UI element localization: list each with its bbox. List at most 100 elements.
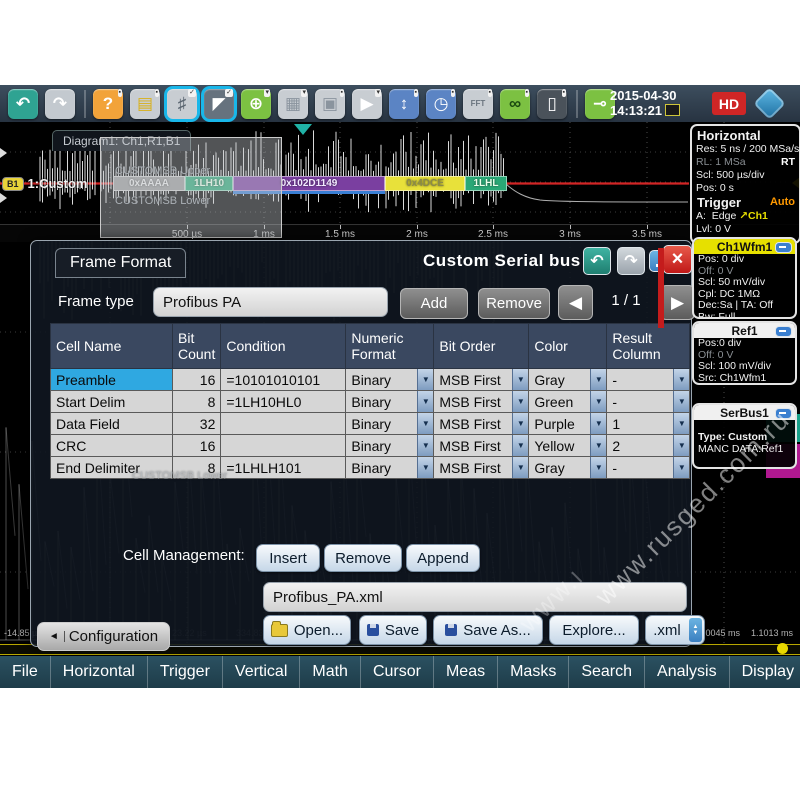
vertical-scale-icon[interactable]: ↕▪ — [389, 89, 419, 119]
dropdown-arrow-icon[interactable]: ▼ — [512, 435, 528, 456]
marker-icon[interactable]: ▶▾ — [352, 89, 382, 119]
acquisition-timer-icon[interactable]: ◷▪ — [426, 89, 456, 119]
cell-color[interactable]: Gray▼ — [529, 457, 607, 479]
configuration-button[interactable]: ◄Configuration — [37, 622, 170, 651]
menu-trigger[interactable]: Trigger — [148, 656, 223, 688]
dropdown-arrow-icon[interactable]: ▼ — [673, 413, 689, 434]
dropdown-arrow-icon[interactable]: ▼ — [417, 413, 433, 434]
cell-condition[interactable]: =10101010101 — [221, 369, 346, 391]
cell-color[interactable]: Purple▼ — [529, 413, 607, 435]
tab-frame-format[interactable]: Frame Format — [55, 248, 186, 278]
undo-button[interactable]: ↶ — [583, 247, 611, 275]
waveform-display[interactable]: Diagram1: Ch1,R1,B1 CUSTOMSB Upper CUSTO… — [0, 122, 800, 656]
zoom-icon[interactable]: ⊕▾ — [241, 89, 271, 119]
cell-name[interactable]: Data Field — [51, 413, 173, 435]
cell-result-column[interactable]: -▼ — [607, 391, 690, 413]
explore-button[interactable]: Explore... — [549, 615, 639, 645]
help-icon[interactable]: ?▪ — [93, 89, 123, 119]
cell-condition[interactable] — [221, 435, 346, 457]
previous-page-button[interactable]: ◀ — [558, 285, 593, 320]
cell-result-column[interactable]: 1▼ — [607, 413, 690, 435]
zoom-region-overlay[interactable] — [100, 137, 282, 238]
serbus1-panel[interactable]: SerBus1 Type: CustomMANC DATA:Ref1 — [692, 403, 797, 469]
cursor-select-icon[interactable]: ◤✓ — [204, 89, 234, 119]
dropdown-arrow-icon[interactable]: ▼ — [512, 391, 528, 412]
cell-color[interactable]: Gray▼ — [529, 369, 607, 391]
dropdown-arrow-icon[interactable]: ▼ — [512, 369, 528, 390]
cell-name[interactable]: CRC — [51, 435, 173, 457]
cell-color[interactable]: Green▼ — [529, 391, 607, 413]
cell-name[interactable]: Preamble — [51, 369, 173, 391]
next-page-button[interactable]: ▶ — [660, 285, 695, 320]
menu-cursor[interactable]: Cursor — [361, 656, 434, 688]
cell-bit-order[interactable]: MSB First▼ — [434, 457, 529, 479]
dropdown-arrow-icon[interactable]: ▼ — [673, 435, 689, 456]
dropdown-arrow-icon[interactable]: ▼ — [590, 369, 606, 390]
redo-icon[interactable]: ↷ — [45, 89, 75, 119]
menu-math[interactable]: Math — [300, 656, 361, 688]
open-file-icon[interactable]: ▤▪ — [130, 89, 160, 119]
menu-analysis[interactable]: Analysis — [645, 656, 730, 688]
dropdown-arrow-icon[interactable]: ▼ — [590, 391, 606, 412]
dropdown-arrow-icon[interactable]: ▼ — [590, 435, 606, 456]
fft-icon[interactable]: FFT▪ — [463, 89, 493, 119]
dropdown-arrow-icon[interactable]: ▼ — [673, 369, 689, 390]
dropdown-arrow-icon[interactable]: ▼ — [673, 457, 689, 478]
minimize-pill-icon[interactable] — [775, 242, 792, 253]
append-cell-button[interactable]: Append — [406, 544, 480, 572]
cell-bit-order[interactable]: MSB First▼ — [434, 391, 529, 413]
minimize-pill-icon[interactable] — [775, 326, 792, 337]
scrollbar-knob[interactable] — [777, 643, 788, 654]
cell-result-column[interactable]: 2▼ — [607, 435, 690, 457]
mask-test-icon[interactable]: ▣▪ — [315, 89, 345, 119]
grid-measure-icon[interactable]: ▦▾ — [278, 89, 308, 119]
dropdown-arrow-icon[interactable]: ▼ — [417, 369, 433, 390]
dropdown-arrow-icon[interactable]: ▼ — [417, 457, 433, 478]
cell-numeric-format[interactable]: Binary▼ — [346, 457, 434, 479]
cell-bit-count[interactable]: 16 — [173, 369, 221, 391]
remove-button[interactable]: Remove — [478, 288, 550, 319]
frame-type-field[interactable]: Profibus PA — [153, 287, 388, 317]
cell-numeric-format[interactable]: Binary▼ — [346, 369, 434, 391]
dropdown-arrow-icon[interactable]: ▼ — [417, 391, 433, 412]
ref1-panel[interactable]: Ref1 Pos:0 divOff: 0 VScl: 100 mV/divSrc… — [692, 321, 797, 385]
signal-levels-icon[interactable]: ♯✓ — [167, 89, 197, 119]
cell-numeric-format[interactable]: Binary▼ — [346, 435, 434, 457]
add-button[interactable]: Add — [400, 288, 468, 319]
insert-cell-button[interactable]: Insert — [256, 544, 320, 572]
cell-bit-count[interactable]: 16 — [173, 435, 221, 457]
ch1wfm1-panel[interactable]: Ch1Wfm1 Pos: 0 divOff: 0 VScl: 50 mV/div… — [692, 237, 797, 319]
cell-name[interactable]: Start Delim — [51, 391, 173, 413]
cell-numeric-format[interactable]: Binary▼ — [346, 391, 434, 413]
open-button[interactable]: Open... — [263, 615, 351, 645]
dropdown-arrow-icon[interactable]: ▼ — [417, 435, 433, 456]
filename-field[interactable]: Profibus_PA.xml — [263, 582, 687, 612]
spinner-arrows-icon[interactable]: ▲▼ — [689, 618, 702, 642]
save-as-button[interactable]: Save As... — [433, 615, 543, 645]
cell-bit-count[interactable]: 8 — [173, 391, 221, 413]
cell-condition[interactable] — [221, 413, 346, 435]
dropdown-arrow-icon[interactable]: ▼ — [512, 413, 528, 434]
menu-search[interactable]: Search — [569, 656, 645, 688]
remove-cell-button[interactable]: Remove — [324, 544, 402, 572]
dropdown-arrow-icon[interactable]: ▼ — [673, 391, 689, 412]
screenshot-icon[interactable] — [665, 104, 680, 116]
cell-bit-count[interactable]: 32 — [173, 413, 221, 435]
close-button[interactable]: × — [663, 245, 692, 274]
menu-file[interactable]: File — [0, 656, 51, 688]
menu-display[interactable]: Display — [730, 656, 800, 688]
cell-bit-order[interactable]: MSB First▼ — [434, 435, 529, 457]
cell-numeric-format[interactable]: Binary▼ — [346, 413, 434, 435]
save-button[interactable]: Save — [359, 615, 427, 645]
redo-button[interactable]: ↷ — [617, 247, 645, 275]
dropdown-arrow-icon[interactable]: ▼ — [590, 413, 606, 434]
menu-vertical[interactable]: Vertical — [223, 656, 300, 688]
cell-result-column[interactable]: -▼ — [607, 369, 690, 391]
cell-condition[interactable]: =1LHLH101 — [221, 457, 346, 479]
cell-color[interactable]: Yellow▼ — [529, 435, 607, 457]
file-extension-select[interactable]: .xml▲▼ — [645, 615, 705, 645]
undo-icon[interactable]: ↶ — [8, 89, 38, 119]
minimize-pill-icon[interactable] — [775, 408, 792, 419]
bus-signal-label[interactable]: B1 1:Custom — [2, 176, 87, 191]
menu-horizontal[interactable]: Horizontal — [51, 656, 148, 688]
